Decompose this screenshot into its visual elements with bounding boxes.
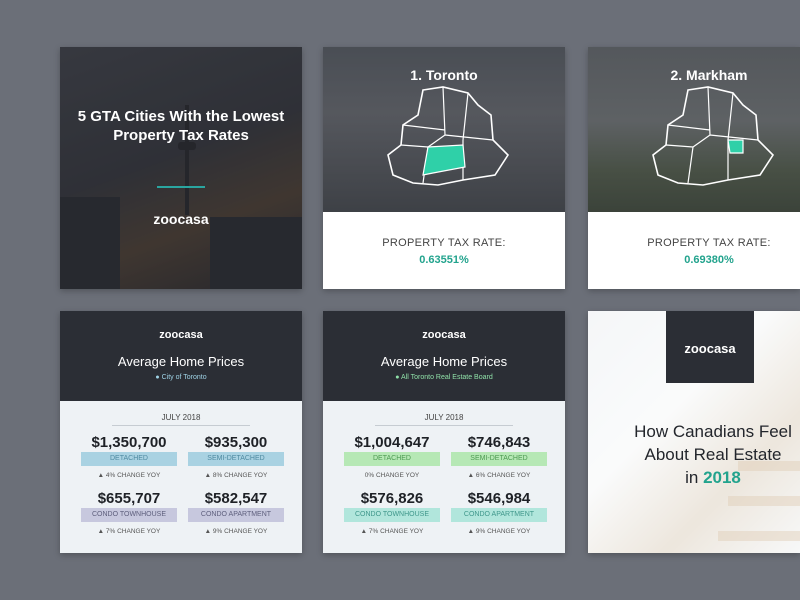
zoocasa-logo: zoocasa: [153, 211, 209, 227]
price-cell: $546,984 CONDO APARTMENT ▲ 9% CHANGE YOY: [449, 490, 549, 535]
price-cell: $655,707 CONDO TOWNHOUSE ▲ 7% CHANGE YOY: [79, 490, 179, 535]
price-card-treb[interactable]: zoocasa Average Home Prices ● All Toront…: [323, 311, 565, 553]
card-header: zoocasa Average Home Prices ● All Toront…: [323, 311, 565, 401]
tax-rate-value: 0.69380%: [684, 254, 734, 266]
property-type-tag: DETACHED: [344, 452, 440, 466]
price-value: $935,300: [204, 434, 268, 451]
property-type-tag: CONDO TOWNHOUSE: [81, 508, 177, 522]
price-value: $1,004,647: [354, 434, 430, 451]
yoy-change: ▲ 9% CHANGE YOY: [467, 528, 531, 535]
divider: [375, 425, 513, 426]
price-cell: $1,004,647 DETACHED 0% CHANGE YOY: [342, 434, 442, 479]
price-cell: $582,547 CONDO APARTMENT ▲ 9% CHANGE YOY: [186, 490, 286, 535]
price-value: $746,843: [467, 434, 531, 451]
yoy-change: ▲ 7% CHANGE YOY: [97, 528, 161, 535]
price-cell: $935,300 SEMI-DETACHED ▲ 8% CHANGE YOY: [186, 434, 286, 479]
property-type-tag: CONDO TOWNHOUSE: [344, 508, 440, 522]
card-subtitle: ● City of Toronto: [155, 374, 207, 381]
cover-title: 5 GTA Cities With the Lowest Property Ta…: [77, 108, 285, 144]
yoy-change: ▲ 6% CHANGE YOY: [467, 472, 531, 479]
price-value: $1,350,700: [91, 434, 167, 451]
price-value: $655,707: [97, 490, 161, 507]
survey-headline-line2: About Real Estate: [644, 445, 782, 464]
yoy-change: ▲ 9% CHANGE YOY: [204, 528, 268, 535]
card-title: Average Home Prices: [117, 354, 245, 369]
survey-card[interactable]: zoocasa How Canadians Feel About Real Es…: [588, 311, 800, 553]
zoocasa-logo: zoocasa: [684, 341, 736, 356]
zoocasa-logo: zoocasa: [159, 329, 203, 341]
month-label: JULY 2018: [424, 413, 464, 422]
city-card-toronto[interactable]: 1. Toronto PROPERTY TAX RATE: 0.63551%: [323, 47, 565, 289]
survey-headline-line1: How Canadians Feel: [634, 422, 792, 441]
yoy-change: 0% CHANGE YOY: [364, 472, 420, 479]
city-card-markham[interactable]: 2. Markham PROPERTY TAX RATE: 0.69380%: [588, 47, 800, 289]
price-cell: $576,826 CONDO TOWNHOUSE ▲ 7% CHANGE YOY: [342, 490, 442, 535]
price-cell: $1,350,700 DETACHED ▲ 4% CHANGE YOY: [79, 434, 179, 479]
month-label: JULY 2018: [161, 413, 201, 422]
logo-box: zoocasa: [666, 311, 754, 383]
survey-year: 2018: [703, 468, 741, 487]
tax-rate-value: 0.63551%: [419, 254, 469, 266]
property-type-tag: SEMI-DETACHED: [188, 452, 284, 466]
gta-map-icon: [387, 86, 510, 186]
price-cell: $746,843 SEMI-DETACHED ▲ 6% CHANGE YOY: [449, 434, 549, 479]
survey-headline-prefix: in: [685, 468, 699, 487]
gta-map-icon: [652, 86, 775, 186]
price-value: $576,826: [360, 490, 424, 507]
tax-rate-label: PROPERTY TAX RATE:: [647, 237, 771, 249]
divider: [112, 425, 250, 426]
card-header: zoocasa Average Home Prices ● City of To…: [60, 311, 302, 401]
city-title: 2. Markham: [670, 67, 748, 83]
tax-rate-label: PROPERTY TAX RATE:: [382, 237, 506, 249]
price-card-city-of-toronto[interactable]: zoocasa Average Home Prices ● City of To…: [60, 311, 302, 553]
survey-headline-line3: in 2018: [598, 467, 800, 489]
property-type-tag: DETACHED: [81, 452, 177, 466]
photo-overlay: [60, 47, 302, 289]
yoy-change: ▲ 7% CHANGE YOY: [360, 528, 424, 535]
property-type-tag: CONDO APARTMENT: [188, 508, 284, 522]
accent-divider: [157, 186, 205, 188]
price-value: $582,547: [204, 490, 268, 507]
property-type-tag: CONDO APARTMENT: [451, 508, 547, 522]
zoocasa-logo: zoocasa: [422, 329, 466, 341]
card-subtitle: ● All Toronto Real Estate Board: [395, 374, 493, 381]
price-value: $546,984: [467, 490, 531, 507]
yoy-change: ▲ 4% CHANGE YOY: [97, 472, 161, 479]
city-title: 1. Toronto: [410, 67, 478, 83]
card-title: Average Home Prices: [380, 354, 508, 369]
property-type-tag: SEMI-DETACHED: [451, 452, 547, 466]
yoy-change: ▲ 8% CHANGE YOY: [204, 472, 268, 479]
cover-card[interactable]: 5 GTA Cities With the Lowest Property Ta…: [60, 47, 302, 289]
